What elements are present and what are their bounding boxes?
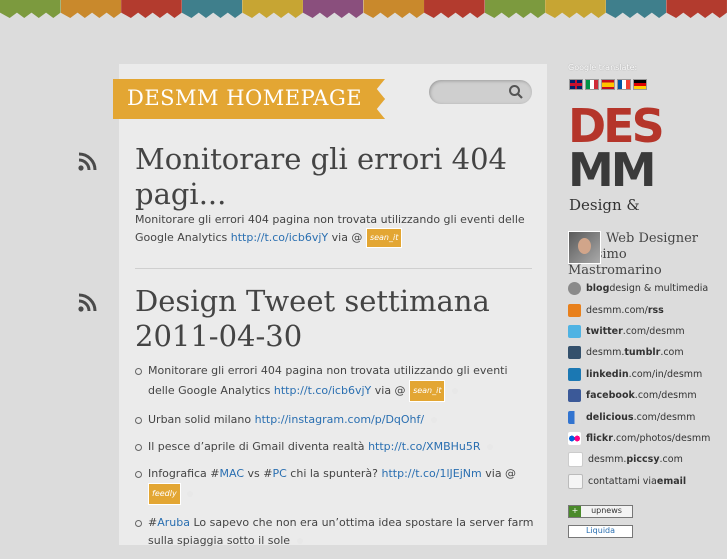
flag-english-icon[interactable] bbox=[569, 79, 583, 90]
linkedin-icon bbox=[568, 367, 581, 381]
rss-icon bbox=[568, 303, 581, 317]
flag-french-icon[interactable] bbox=[617, 79, 631, 90]
link-tumblr[interactable]: desmm. tumblr .com bbox=[568, 342, 710, 363]
search-input[interactable] bbox=[437, 80, 519, 104]
tweet-link[interactable]: http://t.co/icb6vjY bbox=[274, 384, 371, 397]
post-title[interactable]: Design Tweet settimana 2011-04-30 bbox=[135, 284, 535, 354]
bullet-icon bbox=[135, 417, 142, 424]
user-tag[interactable]: feedly bbox=[148, 483, 181, 505]
bunting-flag bbox=[242, 0, 303, 18]
user-tag[interactable]: sean_it bbox=[409, 380, 446, 402]
avatar bbox=[568, 231, 601, 264]
link-delicious[interactable]: delicious .com/desmm bbox=[568, 406, 710, 427]
post-excerpt: Monitorare gli errori 404 pagina non tro… bbox=[135, 212, 535, 248]
hashtag-link[interactable]: MAC bbox=[220, 467, 245, 480]
language-flags bbox=[569, 79, 647, 90]
search-box[interactable] bbox=[429, 80, 532, 104]
tweet-link[interactable]: http://t.co/XMBHu5R bbox=[368, 440, 480, 453]
bunting-flag bbox=[363, 0, 425, 18]
site-title[interactable]: DESMM HOMEPAGE bbox=[127, 86, 362, 110]
bullet-icon bbox=[135, 368, 142, 375]
favorite-icon[interactable] bbox=[487, 444, 494, 450]
flag-italian-icon[interactable] bbox=[585, 79, 599, 90]
tweet-list: Monitorare gli errori 404 pagina non tro… bbox=[135, 362, 535, 559]
mail-icon bbox=[568, 473, 583, 489]
desmm-logo[interactable]: DES MM bbox=[568, 103, 670, 194]
favorite-icon[interactable] bbox=[430, 417, 437, 423]
bunting-flag bbox=[0, 0, 61, 18]
wordpress-icon bbox=[568, 282, 581, 296]
via-label: via @ bbox=[331, 231, 363, 244]
rss-icon[interactable] bbox=[77, 293, 97, 313]
link-email[interactable]: contattami via email bbox=[568, 471, 710, 492]
upnews-badge[interactable]: + upnews bbox=[568, 505, 633, 518]
list-item: Infografica #MAC vs #PC chi la spunterà?… bbox=[135, 465, 535, 505]
tweet-link[interactable]: http://t.co/1lJEjNm bbox=[382, 467, 482, 480]
link-facebook[interactable]: facebook .com/desmm bbox=[568, 385, 710, 406]
hashtag-link[interactable]: PC bbox=[272, 467, 286, 480]
delicious-icon bbox=[568, 410, 581, 424]
link-piccsy[interactable]: desmm. piccsy .com bbox=[568, 449, 710, 470]
bunting-flag bbox=[302, 0, 364, 18]
flickr-icon bbox=[568, 431, 581, 445]
bullet-icon bbox=[135, 471, 142, 478]
post-divider bbox=[135, 268, 532, 269]
link-twitter[interactable]: twitter .com/desmm bbox=[568, 321, 710, 342]
rss-icon[interactable] bbox=[77, 152, 97, 172]
flag-spanish-icon[interactable] bbox=[601, 79, 615, 90]
hashtag-link[interactable]: Aruba bbox=[157, 516, 190, 529]
list-item: Monitorare gli errori 404 pagina non tro… bbox=[135, 362, 535, 402]
bunting-flag bbox=[424, 0, 485, 18]
favorite-icon[interactable] bbox=[187, 491, 194, 497]
bunting-flag bbox=[605, 0, 667, 18]
list-item: Il pesce d’aprile di Gmail diventa realt… bbox=[135, 438, 535, 456]
user-tag[interactable]: sean_it bbox=[365, 228, 403, 248]
logo-tagline: Design & bbox=[569, 196, 640, 214]
link-blog[interactable]: blog design & multimedia bbox=[568, 278, 710, 299]
link-linkedin[interactable]: linkedin .com/in/desmm bbox=[568, 364, 710, 385]
decorative-bunting bbox=[0, 0, 727, 18]
bunting-flag bbox=[666, 0, 727, 18]
search-icon[interactable] bbox=[508, 84, 524, 100]
excerpt-text: Monitorare gli errori 404 pagina non tro… bbox=[135, 213, 525, 244]
favorite-icon[interactable] bbox=[451, 388, 458, 394]
link-flickr[interactable]: flickr .com/photos/desmm bbox=[568, 428, 710, 449]
facebook-icon bbox=[568, 389, 581, 403]
bunting-flag bbox=[121, 0, 182, 18]
bullet-icon bbox=[135, 444, 142, 451]
link-rss[interactable]: desmm.com/rss bbox=[568, 299, 710, 320]
tweet-link[interactable]: http://instagram.com/p/DqOhf/ bbox=[255, 413, 425, 426]
list-item: Urban solid milano http://instagram.com/… bbox=[135, 411, 535, 429]
twitter-icon bbox=[568, 324, 581, 338]
site-title-banner[interactable]: DESMM HOMEPAGE bbox=[113, 79, 385, 119]
bunting-flag bbox=[60, 0, 122, 18]
favorite-icon[interactable] bbox=[296, 538, 303, 544]
tumblr-icon bbox=[568, 346, 581, 360]
social-links: blog design & multimedia desmm.com/rss t… bbox=[568, 278, 710, 492]
bunting-flag bbox=[484, 0, 546, 18]
flag-german-icon[interactable] bbox=[633, 79, 647, 90]
excerpt-link[interactable]: http://t.co/icb6vjY bbox=[231, 231, 328, 244]
liquida-badge[interactable]: Liquida bbox=[568, 525, 633, 538]
plus-icon: + bbox=[569, 506, 581, 517]
bunting-flag bbox=[181, 0, 243, 18]
translate-label: Google translate: bbox=[568, 63, 638, 72]
post-title[interactable]: Monitorare gli errori 404 pagi... bbox=[135, 142, 535, 212]
piccsy-icon bbox=[568, 452, 583, 468]
bunting-flag bbox=[545, 0, 606, 18]
bullet-icon bbox=[135, 520, 142, 527]
